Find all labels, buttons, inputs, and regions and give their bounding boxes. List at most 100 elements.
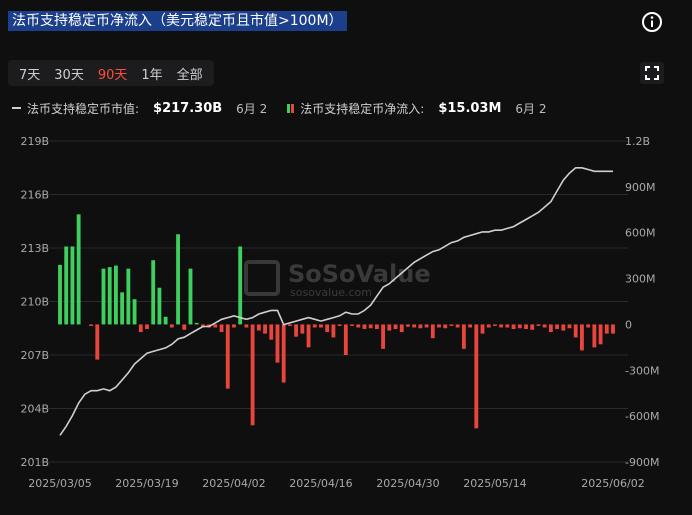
outflow-bar [362,324,367,330]
outflow-bar [89,324,93,326]
outflow-bar [542,324,547,328]
outflow-bar [424,324,429,328]
inflow-bar [120,292,125,325]
x-tick-label: 2025/04/02 [202,477,265,490]
inflow-bar [194,322,199,325]
outflow-bar [368,324,373,329]
outflow-bar [219,324,224,333]
outflow-bar [95,324,100,360]
outflow-bar [449,324,454,326]
outflow-bar [598,324,603,345]
outflow-bar [548,324,553,333]
inflow-bar [126,268,131,325]
outflow-bar [343,324,348,355]
outflow-bar [387,324,392,331]
left-tick-label: 201B [20,456,49,469]
outflow-bar [437,324,441,328]
right-tick-label: 900M [625,181,656,194]
outflow-bar [412,324,417,328]
x-axis-ticks: 2025/03/05 2025/03/19 2025/04/02 2025/04/16… [28,477,644,490]
outflow-bar [393,324,398,330]
x-tick-label: 2025/03/05 [28,477,91,490]
outflow-bar [244,324,249,328]
outflow-bar [319,324,323,328]
inflow-bar [76,214,81,325]
outflow-bar [225,324,230,389]
right-tick-label: 0 [625,318,632,331]
outflow-bar [337,324,342,326]
outflow-bar [294,324,299,337]
outflow-bar [461,324,466,349]
inflow-bar [188,268,193,325]
outflow-bar [611,324,615,334]
left-tick-label: 204B [20,403,49,416]
outflow-bar [511,324,516,330]
right-tick-label: -900M [625,456,659,469]
outflow-bar [517,324,522,329]
left-tick-label: 213B [20,242,49,255]
x-tick-label: 2025/06/02 [581,477,644,490]
inflow-bar [101,268,106,325]
left-tick-label: 219B [20,135,49,148]
outflow-bar [182,324,187,330]
outflow-bar [325,324,330,333]
inflow-bar [157,287,162,325]
x-tick-label: 2025/04/16 [289,477,352,490]
outflow-bar [474,324,479,429]
right-axis-ticks: -900M -600M -300M 0 300M 600M 900M 1.2B [625,135,659,469]
watermark: SoSoValue sosovalue.com [244,260,431,299]
inflow-bar [176,234,180,325]
outflow-bar [524,324,528,330]
outflow-bar [213,324,218,328]
outflow-bar [573,324,578,338]
x-tick-label: 2025/03/19 [115,477,178,490]
outflow-bar [406,324,410,327]
outflow-bar [250,324,255,426]
outflow-bar [567,324,572,329]
outflow-bar [468,324,473,328]
outflow-bar [356,324,361,328]
left-tick-label: 207B [20,349,49,362]
outflow-bar [138,324,143,333]
outflow-bar [374,324,379,330]
outflow-bar [561,324,566,331]
watermark-brand: SoSoValue [288,260,431,288]
right-tick-label: -300M [625,364,659,377]
right-tick-label: 600M [625,227,656,240]
inflow-bar [238,246,243,325]
outflow-bar [455,324,460,328]
outflow-bar [592,324,597,348]
outflow-bar [443,324,448,329]
outflow-bar [256,324,261,331]
outflow-bar [493,324,497,326]
outflow-bar [263,324,267,334]
outflow-bar [300,324,305,334]
right-tick-label: 1.2B [625,135,650,148]
right-tick-label: -600M [625,410,659,423]
inflow-bar [70,246,75,325]
outflow-bar [381,324,386,349]
outflow-bar [281,324,286,383]
outflow-bar [418,324,423,329]
outflow-bar [430,324,435,339]
inflow-bar [58,264,62,325]
inflow-bar [151,260,156,325]
x-tick-label: 2025/05/14 [463,477,526,490]
watermark-url: sosovalue.com [290,286,372,299]
outflow-bar [232,324,236,328]
outflow-bar [486,324,491,328]
inflow-bar [64,246,69,325]
x-tick-label: 2025/04/30 [376,477,439,490]
outflow-bar [331,324,336,338]
bars-group [58,214,615,429]
left-tick-label: 216B [20,189,49,202]
outflow-bar [306,324,311,348]
outflow-bar [480,324,485,334]
inflow-bar [132,299,137,325]
left-axis-ticks: 201B 204B 207B 210B 213B 216B 219B [20,135,49,469]
outflow-bar [287,324,292,326]
outflow-bar [604,324,609,334]
watermark-logo [244,260,280,296]
inflow-bar [107,267,112,325]
outflow-bar [269,324,274,340]
